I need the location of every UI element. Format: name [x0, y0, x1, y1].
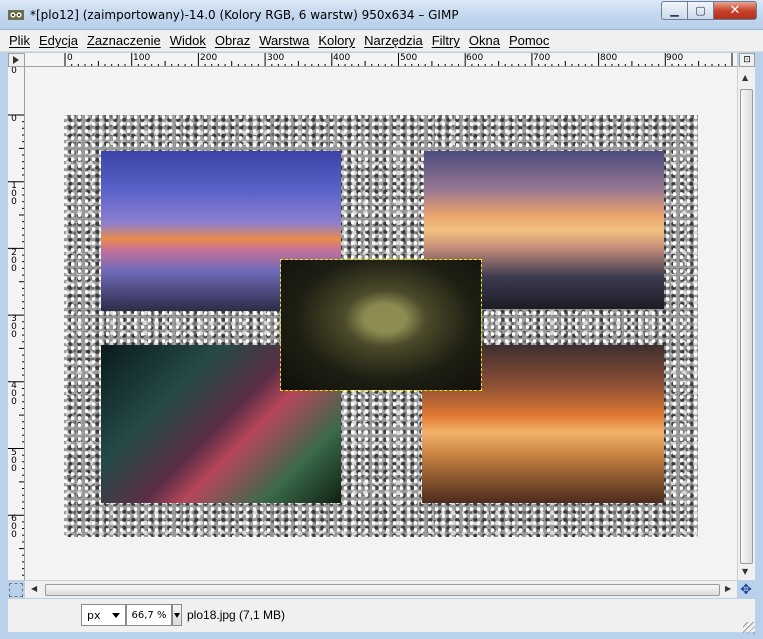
window-controls: ▁ ▢ ✕ — [661, 1, 757, 20]
scroll-left-icon[interactable]: ◀ — [31, 584, 37, 593]
hruler-label: 0 — [67, 53, 73, 63]
hruler-label: 500 — [400, 53, 418, 63]
menu-tools[interactable]: Narzędzia — [364, 33, 423, 48]
menu-windows[interactable]: Okna — [469, 33, 500, 48]
menu-colors[interactable]: Kolory — [318, 33, 355, 48]
hruler-label: 400 — [333, 53, 351, 63]
menu-edit[interactable]: Edycja — [39, 33, 78, 48]
horizontal-ruler-ticks — [64, 53, 733, 66]
zoom-fit-icon: ⊡ — [743, 55, 751, 65]
hruler-label: 600 — [466, 53, 484, 63]
vertical-ruler[interactable]: 0 0 100 200 300 400 500 600 — [8, 67, 25, 580]
minimize-button[interactable]: ▁ — [661, 1, 687, 20]
zoom-input[interactable]: 66,7 % — [126, 604, 172, 626]
zoom-value: 66,7 % — [131, 609, 167, 621]
vruler-label: 100 — [9, 181, 19, 205]
menu-layer[interactable]: Warstwa — [259, 33, 309, 48]
menu-image[interactable]: Obraz — [215, 33, 250, 48]
unit-value: px — [87, 608, 101, 622]
horizontal-scrollbar[interactable]: ◀ ▶ — [25, 580, 737, 598]
menu-help[interactable]: Pomoc — [509, 33, 549, 48]
close-icon: ✕ — [729, 3, 741, 18]
vruler-label: 0 — [11, 67, 17, 76]
hruler-label: 300 — [267, 53, 285, 63]
scroll-right-icon[interactable]: ▶ — [725, 584, 731, 593]
window-title: *[plo12] (zaimportowany)-14.0 (Kolory RG… — [30, 8, 459, 22]
zoom-fit-button[interactable]: ⊡ — [739, 53, 755, 67]
image-menu-button[interactable] — [8, 53, 25, 67]
menu-view[interactable]: Widok — [170, 33, 206, 48]
vruler-label: 600 — [9, 514, 19, 538]
maximize-icon: ▢ — [695, 4, 706, 17]
menu-file[interactable]: Plik — [9, 33, 30, 48]
minimize-icon: ▁ — [670, 4, 679, 17]
hruler-label: 200 — [200, 53, 218, 63]
horizontal-ruler[interactable]: 0 100 200 300 400 500 600 700 800 900 — [25, 53, 737, 67]
status-info: plo18.jpg (7,1 MB) — [187, 608, 286, 622]
vruler-label: 0 — [11, 114, 17, 124]
unit-selector[interactable]: px — [81, 604, 126, 626]
vruler-label: 500 — [9, 448, 19, 472]
triangle-right-icon — [13, 56, 19, 64]
scroll-down-icon[interactable]: ▼ — [742, 567, 748, 576]
horizontal-scroll-thumb[interactable] — [45, 584, 720, 596]
gimp-app-icon — [8, 10, 24, 20]
hruler-label: 800 — [600, 53, 618, 63]
menu-select[interactable]: Zaznaczenie — [87, 33, 161, 48]
photo-crocodile-selected-layer[interactable] — [280, 259, 482, 391]
quick-mask-toggle[interactable] — [9, 583, 23, 597]
menu-bar: Plik Edycja Zaznaczenie Widok Obraz Wars… — [0, 30, 763, 52]
vertical-scrollbar[interactable]: ▲ ▼ — [737, 67, 755, 580]
chevron-down-icon — [112, 613, 120, 618]
vruler-label: 200 — [9, 248, 19, 272]
hruler-label: 100 — [133, 53, 151, 63]
navigate-button[interactable]: ✥ — [738, 582, 754, 598]
navigate-cross-icon: ✥ — [740, 582, 752, 598]
vertical-scroll-thumb[interactable] — [740, 89, 753, 564]
resize-grip[interactable] — [743, 622, 755, 634]
zoom-dropdown-button[interactable] — [172, 604, 182, 626]
status-bar: px 66,7 % plo18.jpg (7,1 MB) — [8, 599, 755, 632]
hruler-label: 900 — [666, 53, 684, 63]
image-composition[interactable] — [64, 115, 698, 537]
vruler-label: 300 — [9, 314, 19, 338]
close-button[interactable]: ✕ — [713, 1, 757, 20]
image-canvas[interactable] — [25, 67, 737, 580]
maximize-button[interactable]: ▢ — [687, 1, 713, 20]
hruler-label: 700 — [533, 53, 551, 63]
scroll-up-icon[interactable]: ▲ — [742, 73, 748, 82]
window-titlebar[interactable]: *[plo12] (zaimportowany)-14.0 (Kolory RG… — [0, 0, 763, 30]
vruler-label: 400 — [9, 381, 19, 405]
menu-filters[interactable]: Filtry — [432, 33, 460, 48]
